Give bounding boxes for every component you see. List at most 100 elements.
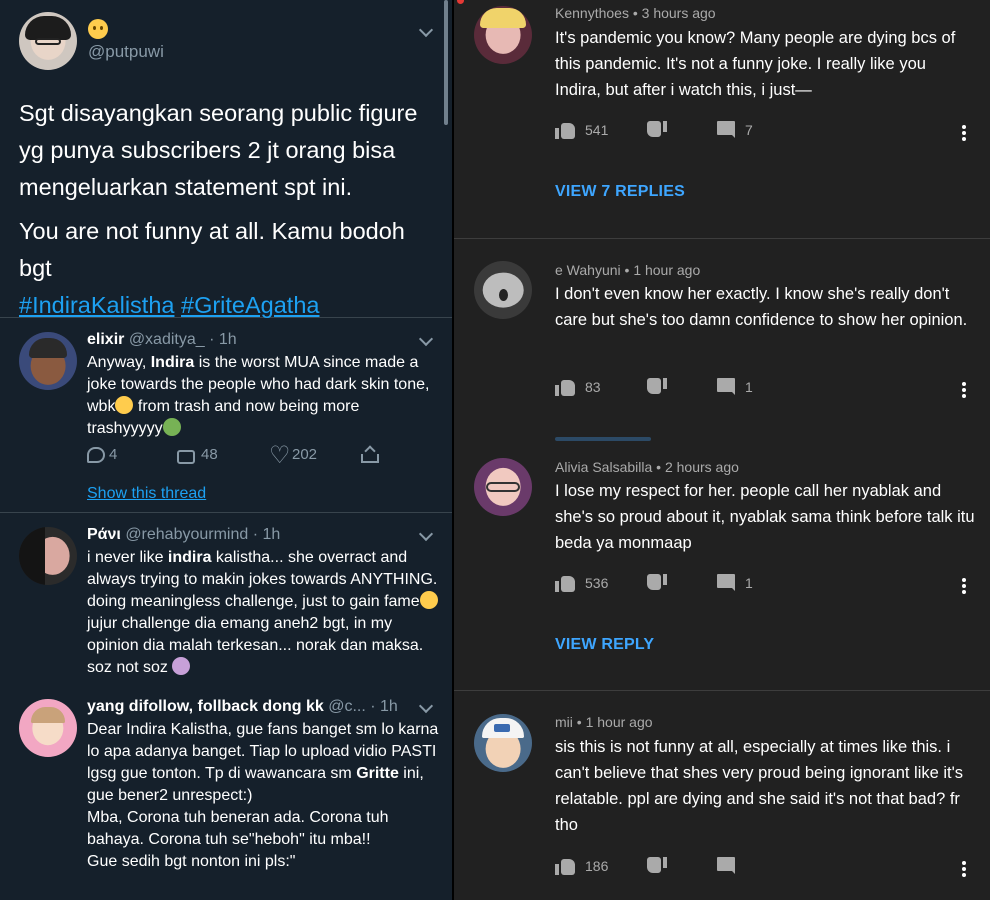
like-button[interactable]: 541 [555,121,608,139]
like-count: 536 [585,575,609,591]
like-button[interactable]: 536 [555,574,608,592]
comment-icon [717,857,735,874]
comment-time: 2 hours ago [664,459,739,475]
chevron-down-icon[interactable] [418,526,434,542]
retweet-action[interactable]: 48 [177,446,218,464]
dislike-button[interactable] [647,121,667,139]
comment-author[interactable]: Kennythoes [555,5,629,21]
reply-button[interactable]: 1 [717,574,753,591]
thumbs-up-icon [555,574,575,592]
tweet-paragraph-1: Sgt disayangkan seorang public figure yg… [19,100,418,200]
comment-time: 1 hour ago [633,262,701,278]
comment-actions: 83 1 [555,378,985,402]
reply-text: Anyway, Indira is the worst MUA since ma… [87,352,439,440]
tweet-reply[interactable]: Ράνι @rehabyourmind · 1h i never like in… [0,513,452,685]
retweet-icon [177,448,197,464]
reply-button[interactable]: 1 [717,378,753,395]
comment-meta: Kennythoes • 3 hours ago [555,5,716,21]
comment-actions: 541 7 [555,121,985,145]
reply-header: yang difollow, follback dong kk @c... · … [87,698,398,716]
comment: mii • 1 hour ago sis this is not funny a… [454,691,990,900]
comment: Alivia Salsabilla • 2 hours ago I lose m… [454,444,990,690]
tweet-reply[interactable]: yang difollow, follback dong kk @c... · … [0,685,452,900]
chevron-down-icon[interactable] [418,698,434,714]
dislike-button[interactable] [647,378,667,396]
reply-text-part: Gue sedih bgt nonton ini pls:" [87,853,296,870]
reply-author-name[interactable]: elixir [87,331,124,348]
share-action[interactable] [360,446,379,464]
reply-header: Ράνι @rehabyourmind · 1h [87,526,280,544]
retweet-count: 48 [201,446,218,463]
comment-author[interactable]: mii [555,714,573,730]
avatar[interactable] [474,458,532,516]
reply-meta: @xaditya_ · 1h [128,331,237,348]
comment-meta: mii • 1 hour ago [555,714,653,730]
reply-button[interactable]: 7 [717,121,753,138]
more-options-icon[interactable] [962,578,966,594]
thumbs-up-icon [555,121,575,139]
like-count: 541 [585,122,609,138]
comment-time: 3 hours ago [641,5,716,21]
thumbs-down-icon [647,857,667,875]
comment-time: 1 hour ago [585,714,653,730]
thumbs-down-icon [647,121,667,139]
more-options-icon[interactable] [962,382,966,398]
more-options-icon[interactable] [962,861,966,877]
like-button[interactable]: 186 [555,857,608,875]
reply-count: 4 [109,446,118,463]
dislike-button[interactable] [647,574,667,592]
dislike-button[interactable] [647,857,667,875]
view-reply-link[interactable]: VIEW REPLY [555,636,654,654]
relieved-emoji-icon [115,396,134,414]
tweet-reply[interactable]: elixir @xaditya_ · 1h Anyway, Indira is … [0,318,452,512]
reply-text-part: Anyway, [87,354,151,371]
like-button[interactable]: 83 [555,378,601,396]
avatar[interactable] [19,12,77,70]
reply-button[interactable] [717,857,735,874]
avatar[interactable] [474,261,532,319]
comment-actions: 536 1 [555,574,985,598]
reply-author-name[interactable]: Ράνι [87,526,121,543]
avatar[interactable] [19,699,77,757]
reply-count: 1 [745,574,753,591]
reply-text-bold: indira [167,549,212,566]
scrolled-link-fragment [555,437,651,441]
heart-icon [269,441,291,469]
avatar[interactable] [19,332,77,390]
avatar[interactable] [474,714,532,772]
comment: e Wahyuni • 1 hour ago I don't even know… [454,239,990,439]
hashtag-link[interactable]: #IndiraKalistha [19,292,174,318]
comment-actions: 186 [555,857,985,881]
comment-text: It's pandemic you know? Many people are … [555,29,956,99]
comment-text: I don't even know her exactly. I know sh… [555,285,968,329]
tweet-handle[interactable]: @putpuwi [88,42,164,62]
like-action[interactable]: 202 [269,441,318,469]
thumbs-down-icon [647,574,667,592]
show-thread-link[interactable]: Show this thread [87,485,206,503]
comment-author[interactable]: Alivia Salsabilla [555,459,652,475]
comment-text: I lose my respect for her. people call h… [555,482,975,552]
reply-text-bold: Indira [150,354,195,371]
reply-text-part: jujur challenge dia emang aneh2 bgt, in … [87,615,424,676]
comment-text: sis this is not funny at all, especially… [555,738,964,834]
reply-author-name[interactable]: yang difollow, follback dong kk [87,698,324,715]
reply-action[interactable]: 4 [87,446,117,463]
view-replies-link[interactable]: VIEW 7 REPLIES [555,183,685,201]
comment-meta: Alivia Salsabilla • 2 hours ago [555,459,739,475]
chevron-down-icon[interactable] [418,22,434,38]
reply-count: 7 [745,121,753,138]
shrug-emoji-icon [172,657,191,675]
comment-meta: e Wahyuni • 1 hour ago [555,262,701,278]
comment-icon [717,121,735,138]
twitter-panel: @putpuwi Sgt disayangkan seorang public … [0,0,452,900]
thumbs-up-icon [555,378,575,396]
like-count: 202 [292,446,318,463]
chevron-down-icon[interactable] [418,331,434,347]
hashtag-link[interactable]: #GriteAgatha [181,292,319,318]
reply-count: 1 [745,378,753,395]
more-options-icon[interactable] [962,125,966,141]
avatar[interactable] [474,6,532,64]
comment-author[interactable]: e Wahyuni [555,262,621,278]
avatar[interactable] [19,527,77,585]
reply-text-bold: Gritte [356,765,399,782]
